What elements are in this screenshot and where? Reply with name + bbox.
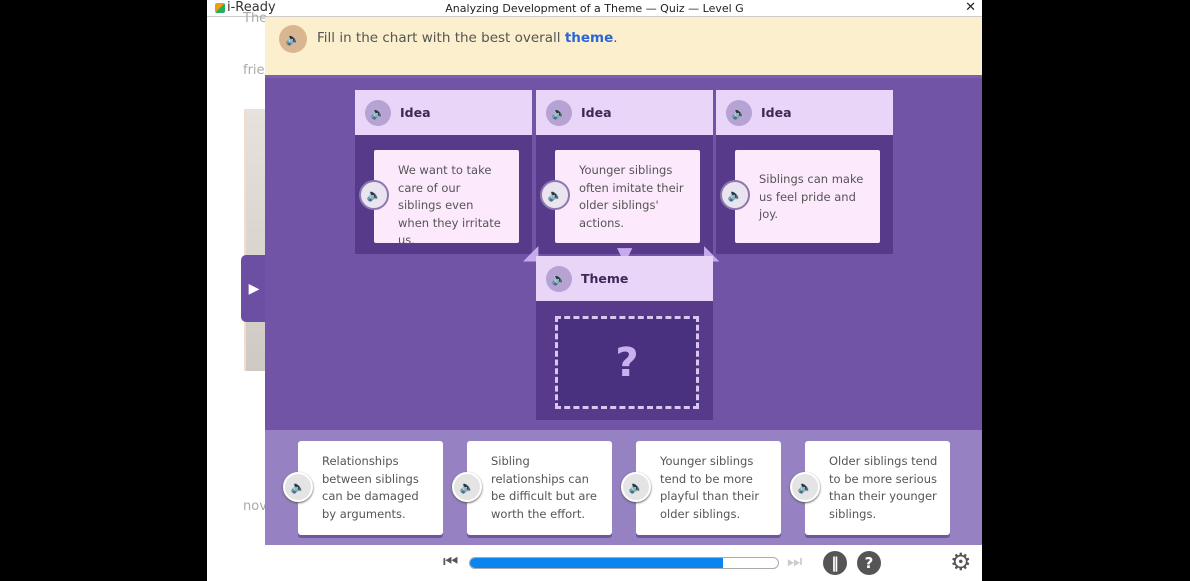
idea-label: Idea bbox=[581, 105, 612, 120]
title-bar: i-Ready Analyzing Development of a Theme… bbox=[207, 0, 982, 17]
speaker-icon[interactable]: 🔈 bbox=[621, 472, 651, 502]
speaker-icon[interactable]: 🔈 bbox=[283, 472, 313, 502]
answer-card[interactable]: Relationships between siblings can be da… bbox=[298, 441, 443, 535]
idea-column: 🔈 Idea Younger siblings often imitate the… bbox=[536, 90, 713, 254]
instruction-body: Fill in the chart with the best overall bbox=[317, 30, 565, 46]
speaker-icon[interactable]: 🔈 bbox=[452, 472, 482, 502]
speaker-icon[interactable]: 🔈 bbox=[790, 472, 820, 502]
answer-card[interactable]: Older siblings tend to be more serious t… bbox=[805, 441, 950, 535]
instruction-end: . bbox=[613, 30, 618, 46]
chart-area: 🔈 Idea We want to take care of our siblin… bbox=[265, 78, 982, 430]
expand-passage-tab[interactable]: ▶ bbox=[241, 255, 267, 322]
speaker-icon[interactable]: 🔈 bbox=[726, 99, 752, 126]
idea-card: Younger siblings often imitate their old… bbox=[555, 150, 700, 243]
skip-forward-icon[interactable]: ⏭ bbox=[787, 552, 802, 572]
skip-back-icon[interactable]: ⏮ bbox=[443, 552, 458, 572]
answer-card[interactable]: Sibling relationships can be difficult b… bbox=[467, 441, 612, 535]
settings-gear-icon[interactable]: ⚙ bbox=[950, 548, 972, 576]
idea-column: 🔈 Idea Siblings can make us feel pride an… bbox=[716, 90, 893, 254]
idea-card: Siblings can make us feel pride and joy. bbox=[735, 150, 880, 243]
speaker-icon[interactable]: 🔈 bbox=[365, 99, 391, 126]
speaker-icon[interactable]: 🔈 bbox=[540, 180, 570, 210]
play-arrow-icon: ▶ bbox=[248, 280, 260, 297]
theme-column: 🔈 Theme ? bbox=[536, 256, 713, 420]
progress-bar bbox=[469, 557, 779, 569]
footer-bar: ⏮ ⏭ ‖ ? ⚙ bbox=[265, 545, 982, 581]
idea-header: 🔈 Idea bbox=[536, 90, 713, 135]
idea-header: 🔈 Idea bbox=[355, 90, 532, 135]
answer-choices: Relationships between siblings can be da… bbox=[265, 430, 982, 545]
idea-header: 🔈 Idea bbox=[716, 90, 893, 135]
answer-card[interactable]: Younger siblings tend to be more playful… bbox=[636, 441, 781, 535]
theme-header: 🔈 Theme bbox=[536, 256, 713, 301]
idea-column: 🔈 Idea We want to take care of our siblin… bbox=[355, 90, 532, 254]
speaker-icon[interactable]: 🔈 bbox=[359, 180, 389, 210]
speaker-icon[interactable]: 🔈 bbox=[279, 25, 307, 53]
speaker-icon[interactable]: 🔈 bbox=[720, 180, 750, 210]
speaker-icon[interactable]: 🔈 bbox=[546, 99, 572, 126]
idea-label: Idea bbox=[400, 105, 431, 120]
instruction-text: Fill in the chart with the best overall … bbox=[317, 30, 618, 46]
passage-text: nov bbox=[243, 499, 267, 514]
theme-drop-zone[interactable]: ? bbox=[555, 316, 699, 409]
idea-card: We want to take care of our siblings eve… bbox=[374, 150, 519, 247]
quiz-area: 🔈 Fill in the chart with the best overal… bbox=[265, 17, 982, 581]
passage-image bbox=[244, 109, 265, 371]
close-button[interactable]: ✕ bbox=[965, 0, 976, 15]
idea-label: Idea bbox=[761, 105, 792, 120]
progress-fill bbox=[470, 558, 723, 568]
theme-label: Theme bbox=[581, 271, 629, 286]
speaker-icon[interactable]: 🔈 bbox=[546, 265, 572, 292]
pause-button[interactable]: ‖ bbox=[823, 551, 847, 575]
passage-text: frie bbox=[243, 63, 265, 78]
help-button[interactable]: ? bbox=[857, 551, 881, 575]
instruction-banner: 🔈 Fill in the chart with the best overal… bbox=[265, 17, 982, 78]
passage-text: The bbox=[243, 11, 268, 26]
window-title: Analyzing Development of a Theme — Quiz … bbox=[445, 2, 744, 15]
theme-link[interactable]: theme bbox=[565, 30, 613, 46]
